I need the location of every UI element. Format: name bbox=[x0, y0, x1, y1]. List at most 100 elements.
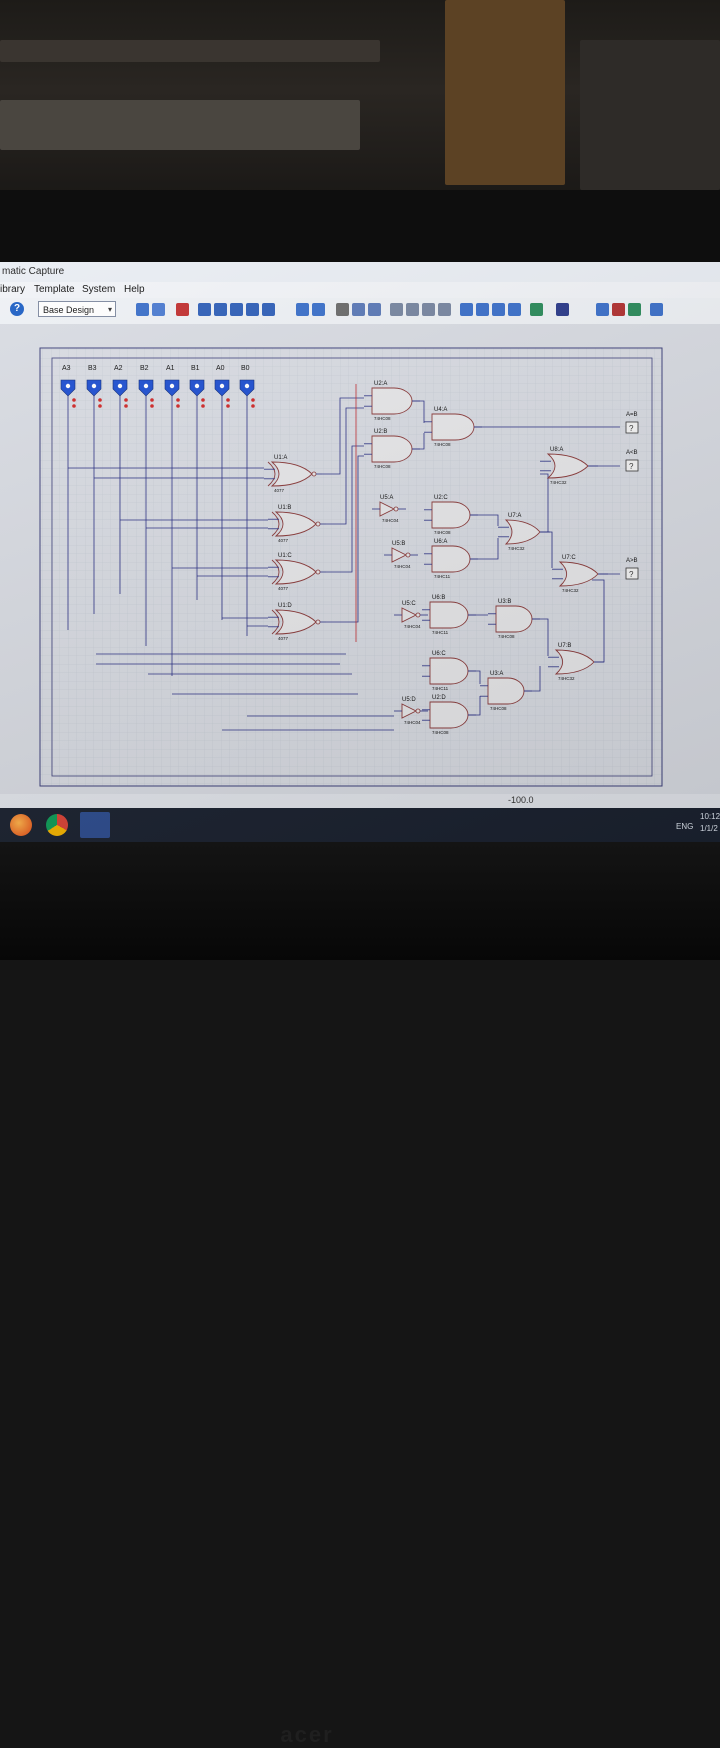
output-label-eq: A=B bbox=[626, 412, 638, 418]
gate-part-u6a: 74HC11 bbox=[434, 574, 451, 579]
pin-dot bbox=[201, 404, 205, 408]
search-icon[interactable] bbox=[460, 303, 473, 316]
input-label-a0: A0 bbox=[216, 365, 225, 372]
pan-icon[interactable] bbox=[198, 303, 211, 316]
chrome-icon[interactable] bbox=[46, 814, 68, 836]
shelf-item bbox=[445, 0, 565, 185]
gate-ref-u5d: U5:D bbox=[402, 697, 416, 703]
gate-body bbox=[371, 387, 413, 415]
pin-dot bbox=[176, 404, 180, 408]
gate-bubble bbox=[315, 521, 321, 527]
gate-body bbox=[429, 601, 469, 629]
gate-bubble bbox=[311, 471, 317, 477]
tray-time[interactable]: 10:12 bbox=[700, 812, 720, 821]
refresh-icon[interactable] bbox=[628, 303, 641, 316]
gate-part-u2d: 74HC08 bbox=[432, 730, 449, 735]
menu-library[interactable]: ibrary bbox=[0, 284, 25, 295]
probe-state-icon bbox=[219, 383, 225, 389]
probe-state-icon bbox=[244, 383, 250, 389]
gate-ref-u1d: U1:D bbox=[278, 603, 292, 609]
block-move-icon[interactable] bbox=[406, 303, 419, 316]
gate-ref-u6c: U6:C bbox=[432, 651, 446, 657]
gate-ref-u7a: U7:A bbox=[508, 513, 521, 519]
paste-icon[interactable] bbox=[368, 303, 381, 316]
menu-template[interactable]: Template bbox=[34, 284, 75, 295]
gate-body bbox=[429, 701, 469, 729]
title-bar: matic Capture bbox=[0, 262, 720, 282]
gate-ref-u1b: U1:B bbox=[278, 505, 291, 511]
chevron-down-icon: ▾ bbox=[107, 305, 112, 314]
pin-dot bbox=[72, 398, 76, 402]
new-sheet-icon[interactable] bbox=[596, 303, 609, 316]
block-delete-icon[interactable] bbox=[438, 303, 451, 316]
binoculars-icon[interactable] bbox=[556, 303, 569, 316]
probe-state-icon bbox=[117, 383, 123, 389]
gate-body bbox=[431, 413, 475, 441]
design-variant-select[interactable]: Base Design ▾ bbox=[38, 301, 116, 317]
gate-ref-u5b: U5:B bbox=[392, 541, 405, 547]
input-label-a1: A1 bbox=[166, 365, 175, 372]
gate-part-u1c: 4077 bbox=[278, 586, 289, 591]
pin-dot bbox=[124, 404, 128, 408]
gate-part-u4a: 74HC08 bbox=[434, 442, 451, 447]
gate-part-u6b: 74HC11 bbox=[432, 630, 449, 635]
gate-part-u6c: 74HC11 bbox=[432, 686, 449, 691]
menu-system[interactable]: System bbox=[82, 284, 115, 295]
gate-ref-u3b: U3:B bbox=[498, 599, 511, 605]
zoom-all-icon[interactable] bbox=[246, 303, 259, 316]
menu-bar: ibrary Template System Help bbox=[0, 282, 720, 298]
zoom-area-icon[interactable] bbox=[262, 303, 275, 316]
gate-bubble bbox=[393, 506, 399, 512]
pin-dot bbox=[150, 404, 154, 408]
delete-sheet-icon[interactable] bbox=[612, 303, 625, 316]
tray-date[interactable]: 1/1/2 bbox=[700, 824, 718, 833]
gate-body bbox=[431, 501, 471, 529]
output-label-lt: A<B bbox=[626, 450, 638, 456]
toolbar: ? Base Design ▾ bbox=[0, 298, 720, 325]
zoom-out-icon[interactable] bbox=[230, 303, 243, 316]
schematic-sheet[interactable]: U1:A 4077 U1:B 4077 U1:C 4077 U1:D 4077 U2:A 74HC… bbox=[0, 324, 720, 794]
export-icon[interactable] bbox=[650, 303, 663, 316]
firefox-icon[interactable] bbox=[10, 814, 32, 836]
question-icon[interactable]: ? bbox=[10, 302, 24, 316]
pin-dot bbox=[124, 398, 128, 402]
tray-language[interactable]: ENG bbox=[676, 822, 693, 831]
gate-ref-u6a: U6:A bbox=[434, 539, 447, 545]
output-value-lt: ? bbox=[629, 462, 634, 471]
probe-state-icon bbox=[169, 383, 175, 389]
undo-icon[interactable] bbox=[296, 303, 309, 316]
zoom-in-icon[interactable] bbox=[214, 303, 227, 316]
status-bar: -100.0 bbox=[0, 794, 720, 808]
window-title: matic Capture bbox=[2, 266, 65, 277]
pin-dot bbox=[150, 398, 154, 402]
menu-help[interactable]: Help bbox=[124, 284, 145, 295]
page-icon[interactable] bbox=[136, 303, 149, 316]
tool-icon[interactable] bbox=[508, 303, 521, 316]
grid-icon[interactable] bbox=[152, 303, 165, 316]
gate-ref-u2c: U2:C bbox=[434, 495, 448, 501]
gate-body bbox=[429, 657, 469, 685]
block-copy-icon[interactable] bbox=[390, 303, 403, 316]
gate-ref-u8a: U8:A bbox=[550, 447, 563, 453]
proteus-icon[interactable] bbox=[80, 812, 110, 838]
block-rotate-icon[interactable] bbox=[422, 303, 435, 316]
pin-dot bbox=[98, 404, 102, 408]
cut-icon[interactable] bbox=[336, 303, 349, 316]
output-label-gt: A>B bbox=[626, 558, 638, 564]
schematic-canvas[interactable]: U1:A 4077 U1:B 4077 U1:C 4077 U1:D 4077 U2:A 74HC… bbox=[0, 324, 720, 794]
gate-ref-u7c: U7:C bbox=[562, 555, 576, 561]
pin-dot bbox=[251, 404, 255, 408]
input-label-a2: A2 bbox=[114, 365, 123, 372]
redo-icon[interactable] bbox=[312, 303, 325, 316]
netlist-icon[interactable] bbox=[530, 303, 543, 316]
pin-dot bbox=[251, 398, 255, 402]
pin-dot bbox=[201, 398, 205, 402]
property-assign-icon[interactable] bbox=[492, 303, 505, 316]
wire-autorouter-icon[interactable] bbox=[476, 303, 489, 316]
output-value-eq: ? bbox=[629, 424, 634, 433]
gate-part-u2c: 74HC08 bbox=[434, 530, 451, 535]
gate-part-u3b: 74HC08 bbox=[498, 634, 515, 639]
origin-icon[interactable] bbox=[176, 303, 189, 316]
gate-part-u8a: 74HC32 bbox=[550, 480, 567, 485]
copy-icon[interactable] bbox=[352, 303, 365, 316]
